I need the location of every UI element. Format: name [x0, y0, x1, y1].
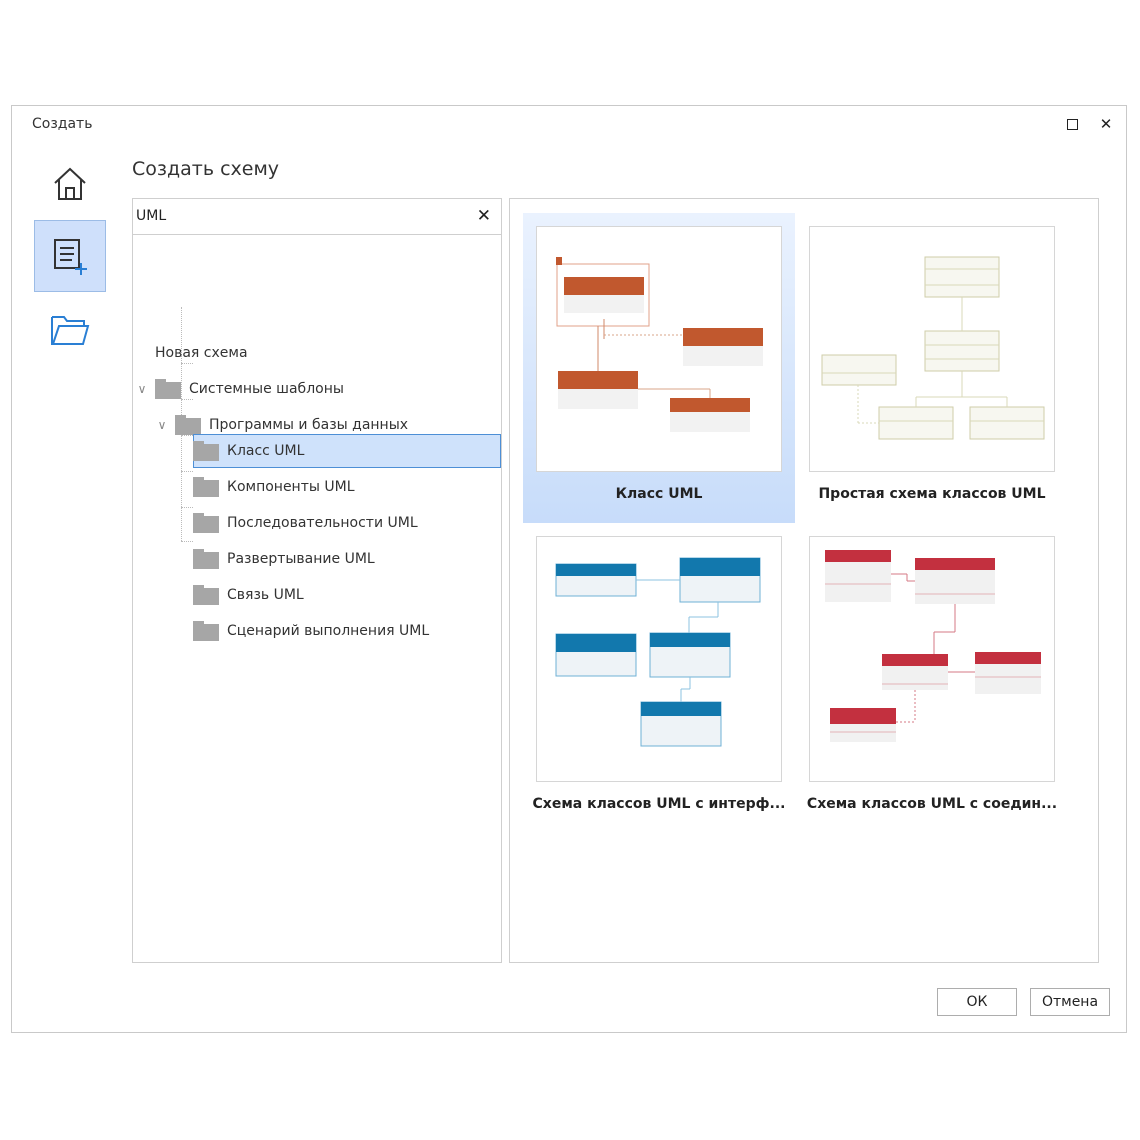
- close-button[interactable]: ✕: [1096, 114, 1116, 134]
- tree-item-label: Последовательности UML: [227, 515, 418, 531]
- template-label: Схема классов UML с соедин...: [806, 796, 1058, 812]
- folder-icon: [193, 585, 219, 605]
- tree-item-label: Класс UML: [227, 443, 305, 459]
- tree-connector: [181, 507, 193, 508]
- maximize-button[interactable]: [1062, 114, 1082, 134]
- template-thumbnail: [536, 226, 782, 472]
- tree-item-uml-deployment[interactable]: Развертывание UML: [193, 542, 375, 576]
- page-title: Создать схему: [132, 158, 280, 180]
- nav-new-schema-button[interactable]: [34, 220, 106, 292]
- chevron-down-icon[interactable]: ∨: [155, 418, 169, 432]
- tree-item-uml-communication[interactable]: Связь UML: [193, 578, 304, 612]
- template-thumbnail: [536, 536, 782, 782]
- folder-icon: [193, 621, 219, 641]
- folder-icon: [155, 379, 181, 399]
- tree-item-label: Компоненты UML: [227, 479, 355, 495]
- folder-icon: [175, 415, 201, 435]
- folder-icon: [193, 441, 219, 461]
- tree-item-uml-class[interactable]: Класс UML: [193, 434, 501, 468]
- tree-item-uml-sequence[interactable]: Последовательности UML: [193, 506, 418, 540]
- folder-icon: [193, 549, 219, 569]
- template-label: Класс UML: [615, 486, 703, 502]
- close-icon: ✕: [1099, 115, 1113, 133]
- tree-item-uml-components[interactable]: Компоненты UML: [193, 470, 355, 504]
- tree-item-label: Программы и базы данных: [209, 417, 409, 433]
- search-bar: ✕: [133, 199, 501, 235]
- folder-icon: [193, 513, 219, 533]
- tree-item-new-schema[interactable]: Новая схема: [155, 336, 248, 370]
- template-label: Простая схема классов UML: [818, 486, 1046, 502]
- window-title: Создать: [32, 116, 93, 132]
- maximize-icon: [1066, 119, 1078, 130]
- tree-item-uml-usecase[interactable]: Сценарий выполнения UML: [193, 614, 429, 648]
- home-icon: [54, 167, 86, 200]
- tree-item-label: Новая схема: [155, 345, 248, 361]
- ok-button[interactable]: ОК: [937, 988, 1017, 1016]
- search-input[interactable]: [136, 205, 466, 227]
- template-label: Схема классов UML с интерф...: [532, 796, 786, 812]
- template-card-uml-connections[interactable]: Схема классов UML с соедин...: [796, 523, 1068, 833]
- uml-connections-preview: [825, 550, 1041, 742]
- folder-icon: [193, 477, 219, 497]
- tree-connector: [181, 471, 193, 472]
- template-card-simple-class[interactable]: Простая схема классов UML: [796, 213, 1068, 523]
- tree-connector: [181, 541, 193, 542]
- tree-item-system-templates[interactable]: ∨ Системные шаблоны: [135, 372, 344, 406]
- clear-search-icon[interactable]: ✕: [477, 206, 491, 226]
- template-thumbnail: [809, 536, 1055, 782]
- tree-item-label: Связь UML: [227, 587, 304, 603]
- open-folder-icon: [51, 316, 90, 345]
- uml-class-preview: [556, 257, 763, 432]
- cancel-button[interactable]: Отмена: [1030, 988, 1110, 1016]
- template-tree-panel: ✕ Новая схема ∨ Системные шаблоны ∨ Прог…: [132, 198, 502, 963]
- template-card-uml-class[interactable]: Класс UML: [523, 213, 795, 523]
- tree-item-label: Системные шаблоны: [189, 381, 344, 397]
- template-gallery: Класс UML Простая схема классов UML Схем…: [509, 198, 1099, 963]
- template-thumbnail: [809, 226, 1055, 472]
- uml-interfaces-preview: [555, 557, 761, 747]
- template-card-uml-interfaces[interactable]: Схема классов UML с интерф...: [523, 523, 795, 833]
- new-document-icon: [54, 239, 87, 275]
- nav-open-button[interactable]: [34, 294, 106, 366]
- nav-home-button[interactable]: [34, 148, 106, 220]
- create-dialog: Создать ✕ Создать схему ✕: [11, 105, 1127, 1033]
- tree-item-label: Развертывание UML: [227, 551, 375, 567]
- simple-class-preview: [821, 256, 1045, 440]
- chevron-down-icon[interactable]: ∨: [135, 382, 149, 396]
- tree-item-label: Сценарий выполнения UML: [227, 623, 430, 639]
